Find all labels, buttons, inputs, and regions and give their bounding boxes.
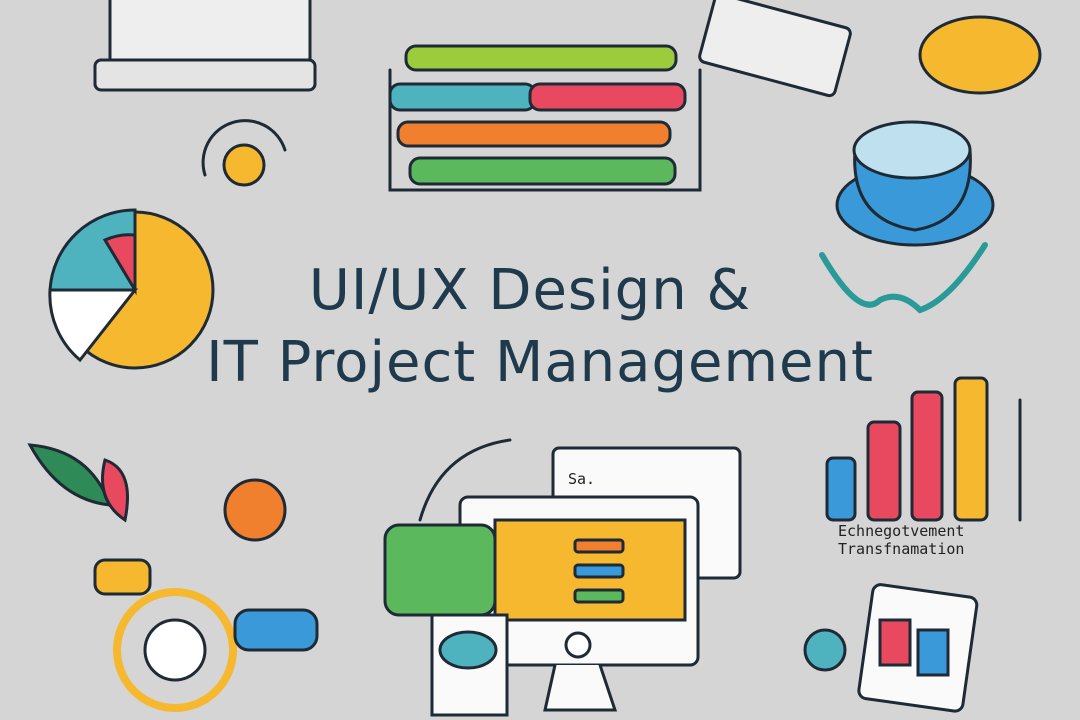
title-line-2: IT Project Management (206, 330, 874, 395)
monitor-icon (383, 438, 742, 717)
chart-caption-line-1: Echnegotvement (838, 522, 965, 540)
lightbulb-icon (201, 119, 287, 187)
bar-chart (825, 376, 1022, 522)
chart-caption-line-2: Transfnamation (838, 540, 965, 558)
keyboard-icon (698, 0, 1042, 98)
network-hub-icon (93, 478, 319, 712)
laptop-icon (93, 0, 317, 92)
tablet-icon (803, 583, 979, 713)
window-label: Sa. (568, 470, 596, 488)
title-line-1: UI/UX Design & (308, 258, 752, 323)
gantt-chart (388, 44, 702, 192)
leaf-icon (27, 443, 129, 523)
